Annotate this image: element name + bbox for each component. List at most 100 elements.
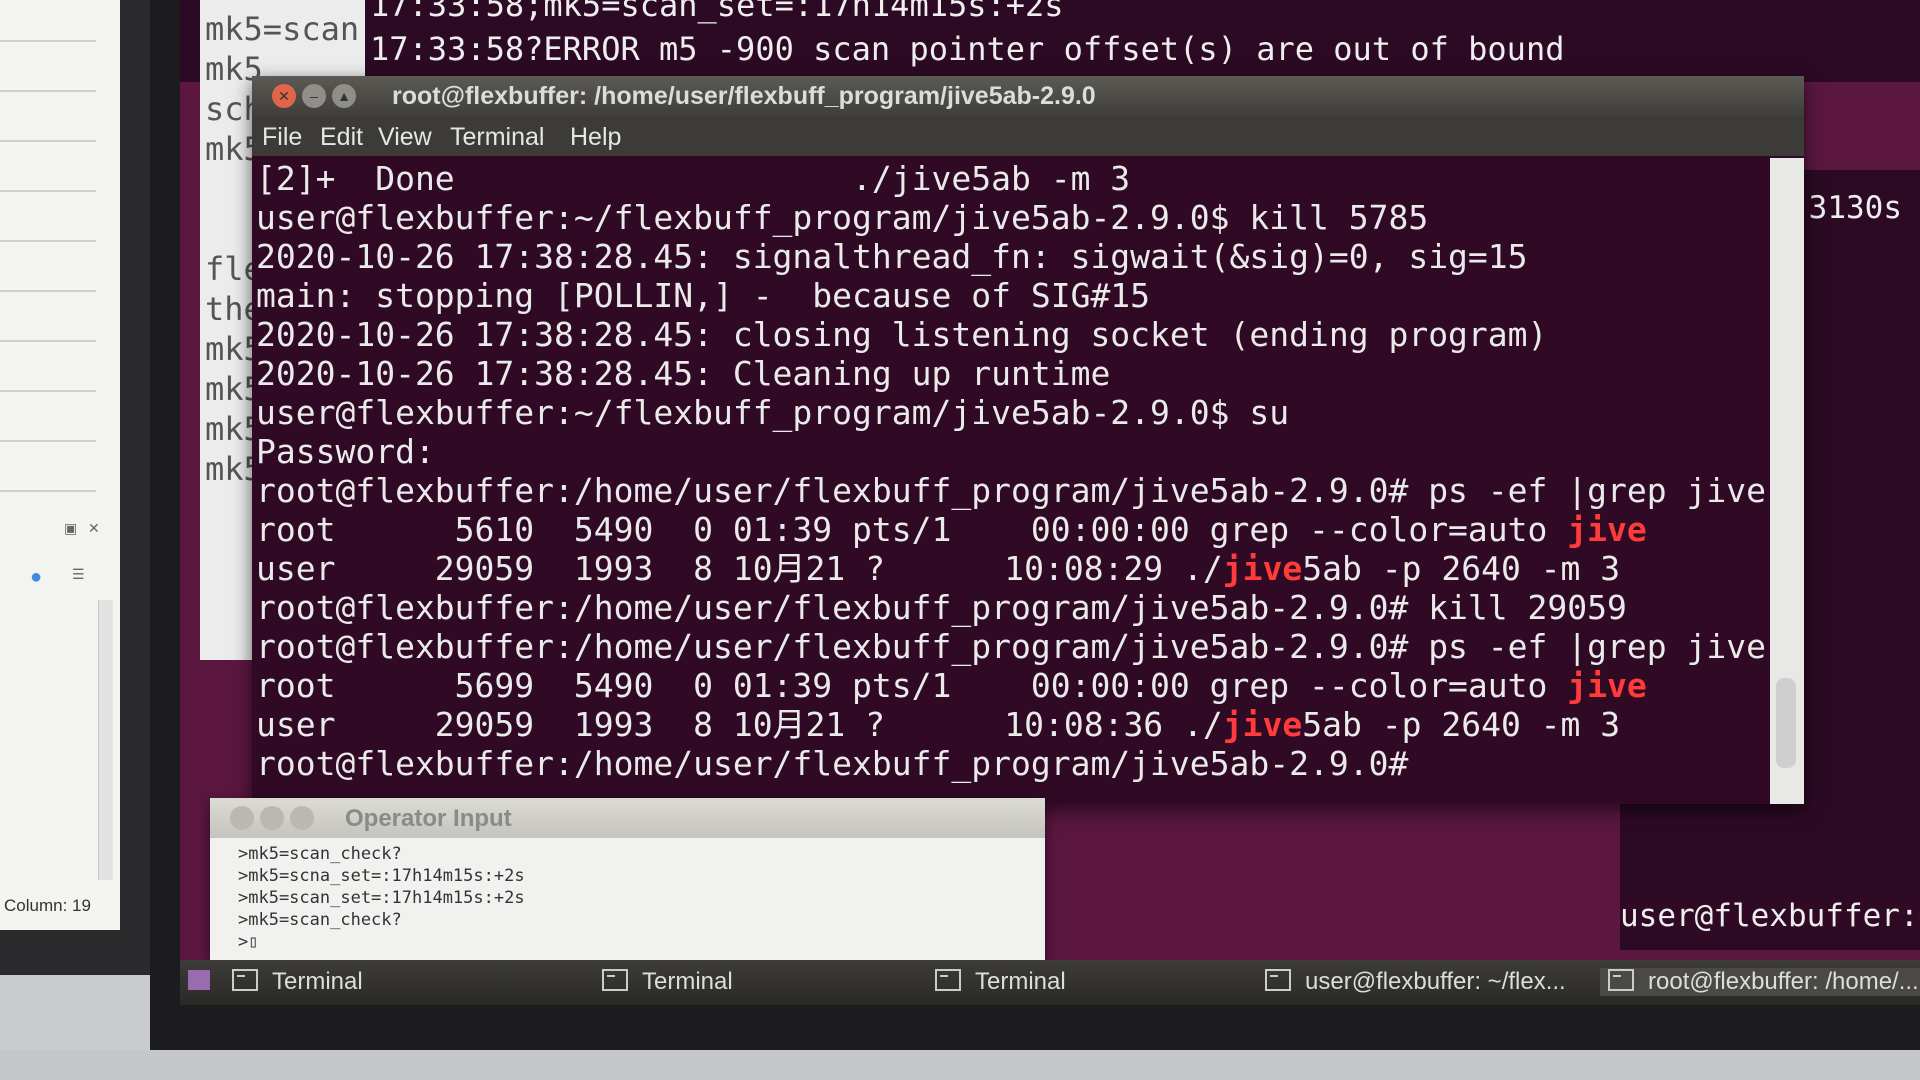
- main-terminal-window[interactable]: ✕ – ▲ root@flexbuffer: /home/user/flexbu…: [252, 76, 1804, 804]
- terminal-line: user@flexbuffer:~/flexbuff_program/jive5…: [256, 394, 1289, 432]
- editor-line: [0, 140, 96, 142]
- terminal-line: user 29059 1993 8 10月21 ? 10:08:29 ./jiv…: [256, 550, 1620, 588]
- operator-titlebar[interactable]: Operator Input: [210, 798, 1045, 838]
- menu-view[interactable]: View: [378, 123, 432, 152]
- menu-terminal[interactable]: Terminal: [450, 123, 544, 152]
- operator-history-line: >mk5=scna_set=:17h14m15s:+2s: [238, 866, 525, 886]
- terminal-line: [2]+ Done ./jive5ab -m 3: [256, 160, 1130, 198]
- terminal-line: user 29059 1993 8 10月21 ? 10:08:36 ./jiv…: [256, 706, 1620, 744]
- taskbar-item-label: root@flexbuffer: /home/...: [1648, 968, 1919, 995]
- taskbar-item-active[interactable]: root@flexbuffer: /home/...: [1600, 968, 1920, 996]
- menu-file[interactable]: File: [262, 123, 302, 152]
- terminal-line: 2020-10-26 17:38:28.45: signalthread_fn:…: [256, 238, 1528, 276]
- terminal-text: Password:: [256, 432, 435, 471]
- operator-history-line: >mk5=scan_check?: [238, 844, 402, 864]
- close-window-icon[interactable]: [230, 806, 254, 830]
- taskbar-item-label: Terminal: [272, 968, 363, 995]
- taskbar-item-label: Terminal: [975, 968, 1066, 995]
- menu-edit[interactable]: Edit: [320, 123, 363, 152]
- terminal-line: root@flexbuffer:/home/user/flexbuff_prog…: [256, 589, 1627, 627]
- operator-input-window[interactable]: Operator Input >mk5=scan_check? >mk5=scn…: [210, 798, 1045, 963]
- maximize-window-icon[interactable]: ▲: [332, 84, 356, 108]
- editor-line: [0, 340, 96, 342]
- operator-window-title: Operator Input: [345, 805, 512, 832]
- close-icon[interactable]: ✕: [88, 520, 104, 536]
- terminal-scrollbar[interactable]: [1770, 158, 1804, 804]
- taskbar-item[interactable]: user@flexbuffer: ~/flex...: [1265, 968, 1566, 996]
- terminal-line: root@flexbuffer:/home/user/flexbuff_prog…: [256, 472, 1766, 510]
- bg-terminal-line: 17:33:58;mk5=scan_set=:17h14m15s:+2s: [370, 0, 1064, 24]
- terminal-output[interactable]: [2]+ Done ./jive5ab -m 3 user@flexbuffer:…: [252, 158, 1770, 804]
- terminal-text: root@flexbuffer:/home/user/flexbuff_prog…: [256, 627, 1766, 666]
- terminal-text: [2]+ Done ./jive5ab -m 3: [256, 159, 1131, 198]
- operator-command-input[interactable]: >▯: [238, 932, 258, 952]
- background-terminal: 17:33:58;mk5=scan_set=:17h14m15s:+2s 17:…: [180, 0, 1920, 82]
- window-titlebar[interactable]: ✕ – ▲ root@flexbuffer: /home/user/flexbu…: [252, 76, 1804, 116]
- terminal-line: 2020-10-26 17:38:28.45: closing listenin…: [256, 316, 1547, 354]
- desk-surface: [0, 1050, 1920, 1080]
- editor-line: [0, 490, 96, 492]
- bg-column-text: mk5=scan: [205, 10, 360, 48]
- terminal-text: root@flexbuffer:/home/user/flexbuff_prog…: [256, 471, 1766, 510]
- left-editor-window: ▣ ✕ ● ☰ Column: 19: [0, 0, 120, 930]
- editor-line: [0, 40, 96, 42]
- grep-match-highlight: jive: [1567, 666, 1647, 705]
- editor-line: [0, 240, 96, 242]
- terminal-text: root 5610 5490 0 01:39 pts/1 00:00:00 gr…: [256, 510, 1568, 549]
- editor-line: [0, 190, 96, 192]
- list-icon[interactable]: ☰: [72, 566, 88, 582]
- minimize-window-icon[interactable]: –: [302, 84, 326, 108]
- terminal-line: user@flexbuffer:~/flexbuff_program/jive5…: [256, 199, 1428, 237]
- editor-line: [0, 290, 96, 292]
- terminal-line: Password:: [256, 433, 435, 471]
- taskbar-item[interactable]: Terminal: [602, 968, 733, 996]
- terminal-line: root@flexbuffer:/home/user/flexbuff_prog…: [256, 745, 1408, 783]
- terminal-text: root 5699 5490 0 01:39 pts/1 00:00:00 gr…: [256, 666, 1568, 705]
- editor-line: [0, 440, 96, 442]
- menubar: File Edit View Terminal Help: [252, 116, 1804, 156]
- terminal-icon: [935, 969, 961, 991]
- terminal-icon: [232, 969, 258, 991]
- play-icon[interactable]: ●: [30, 566, 46, 588]
- restore-icon[interactable]: ▣: [64, 520, 80, 536]
- close-window-icon[interactable]: ✕: [272, 84, 296, 108]
- grep-match-highlight: jive: [1222, 705, 1303, 744]
- terminal-text: user@flexbuffer:~/flexbuff_program/jive5…: [256, 393, 1290, 432]
- terminal-line: root@flexbuffer:/home/user/flexbuff_prog…: [256, 628, 1766, 666]
- terminal-text: user 29059 1993 8 10月21 ? 10:08:36 ./: [256, 705, 1223, 744]
- scrollbar-thumb[interactable]: [1776, 678, 1796, 768]
- taskbar-item-label: Terminal: [642, 968, 733, 995]
- window-title: root@flexbuffer: /home/user/flexbuff_pro…: [392, 82, 1096, 110]
- minimize-window-icon[interactable]: [260, 806, 284, 830]
- left-monitor: ▣ ✕ ● ☰ Column: 19: [0, 0, 150, 975]
- terminal-icon: [602, 969, 628, 991]
- taskbar-item-label: user@flexbuffer: ~/flex...: [1305, 968, 1566, 995]
- terminal-text: 5ab -p 2640 -m 3: [1302, 549, 1621, 588]
- editor-line: [0, 90, 96, 92]
- terminal-line: 2020-10-26 17:38:28.45: Cleaning up runt…: [256, 355, 1110, 393]
- terminal-text: 2020-10-26 17:38:28.45: closing listenin…: [256, 315, 1548, 354]
- taskbar-item[interactable]: Terminal: [935, 968, 1066, 996]
- terminal-text: main: stopping [POLLIN,] - because of SI…: [256, 276, 1151, 315]
- terminal-text: root@flexbuffer:/home/user/flexbuff_prog…: [256, 744, 1409, 783]
- editor-line: [0, 390, 96, 392]
- terminal-text: 2020-10-26 17:38:28.45: Cleaning up runt…: [256, 354, 1111, 393]
- operator-history-line: >mk5=scan_check?: [238, 910, 402, 930]
- terminal-text: 5ab -p 2640 -m 3: [1302, 705, 1621, 744]
- show-desktop-icon[interactable]: [188, 970, 210, 990]
- editor-scrollbar[interactable]: [98, 600, 113, 880]
- taskbar: Terminal Terminal Terminal user@flexbuff…: [180, 960, 1920, 1005]
- menu-help[interactable]: Help: [570, 123, 621, 152]
- panel-prompt: user@flexbuffer:~: [1620, 898, 1920, 934]
- terminal-text: user 29059 1993 8 10月21 ? 10:08:29 ./: [256, 549, 1223, 588]
- terminal-text: 2020-10-26 17:38:28.45: signalthread_fn:…: [256, 237, 1528, 276]
- taskbar-item[interactable]: Terminal: [232, 968, 363, 996]
- grep-match-highlight: jive: [1222, 549, 1303, 588]
- elapsed-time: .3130s: [1790, 190, 1902, 226]
- terminal-line: root 5610 5490 0 01:39 pts/1 00:00:00 gr…: [256, 511, 1647, 549]
- terminal-text: root@flexbuffer:/home/user/flexbuff_prog…: [256, 588, 1627, 627]
- terminal-icon: [1608, 969, 1634, 991]
- operator-history-line: >mk5=scan_set=:17h14m15s:+2s: [238, 888, 525, 908]
- terminal-line: main: stopping [POLLIN,] - because of SI…: [256, 277, 1150, 315]
- maximize-window-icon[interactable]: [290, 806, 314, 830]
